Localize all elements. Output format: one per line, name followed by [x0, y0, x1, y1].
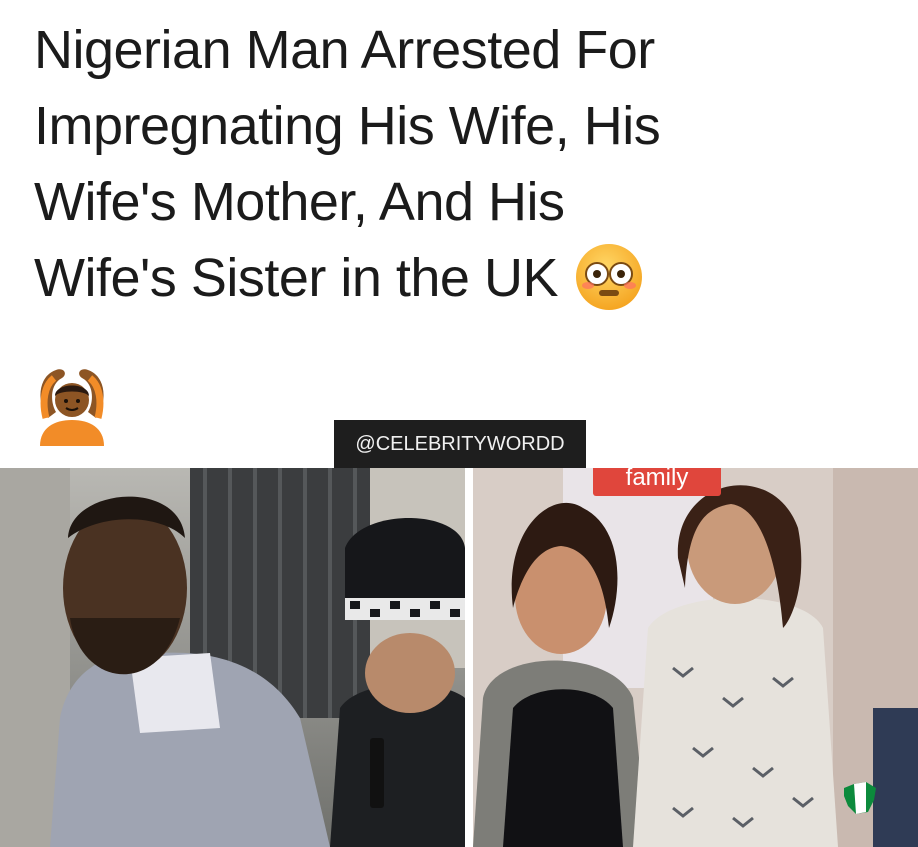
- headline: Nigerian Man Arrested For Impregnating H…: [34, 12, 904, 316]
- nigeria-map-badge-icon: [844, 782, 876, 814]
- family-label-tag: family: [593, 468, 721, 496]
- headline-line-2: Impregnating His Wife, His: [34, 96, 661, 156]
- headline-line-4: Wife's Sister in the UK: [34, 240, 904, 316]
- photo-divider: [465, 468, 473, 847]
- headline-line-1: Nigerian Man Arrested For: [34, 20, 655, 80]
- arrest-scene-illustration: [0, 468, 465, 847]
- headline-line-3: Wife's Mother, And His: [34, 172, 565, 232]
- photo-collage: family: [0, 468, 918, 847]
- photo-arrest: [0, 468, 465, 847]
- credit-watermark: @CELEBRITYWORDD: [334, 420, 586, 468]
- flushed-face-emoji-icon: [575, 244, 642, 310]
- headline-line-4-text: Wife's Sister in the UK: [34, 248, 558, 308]
- person-gesturing-ok-emoji-icon: [40, 369, 104, 446]
